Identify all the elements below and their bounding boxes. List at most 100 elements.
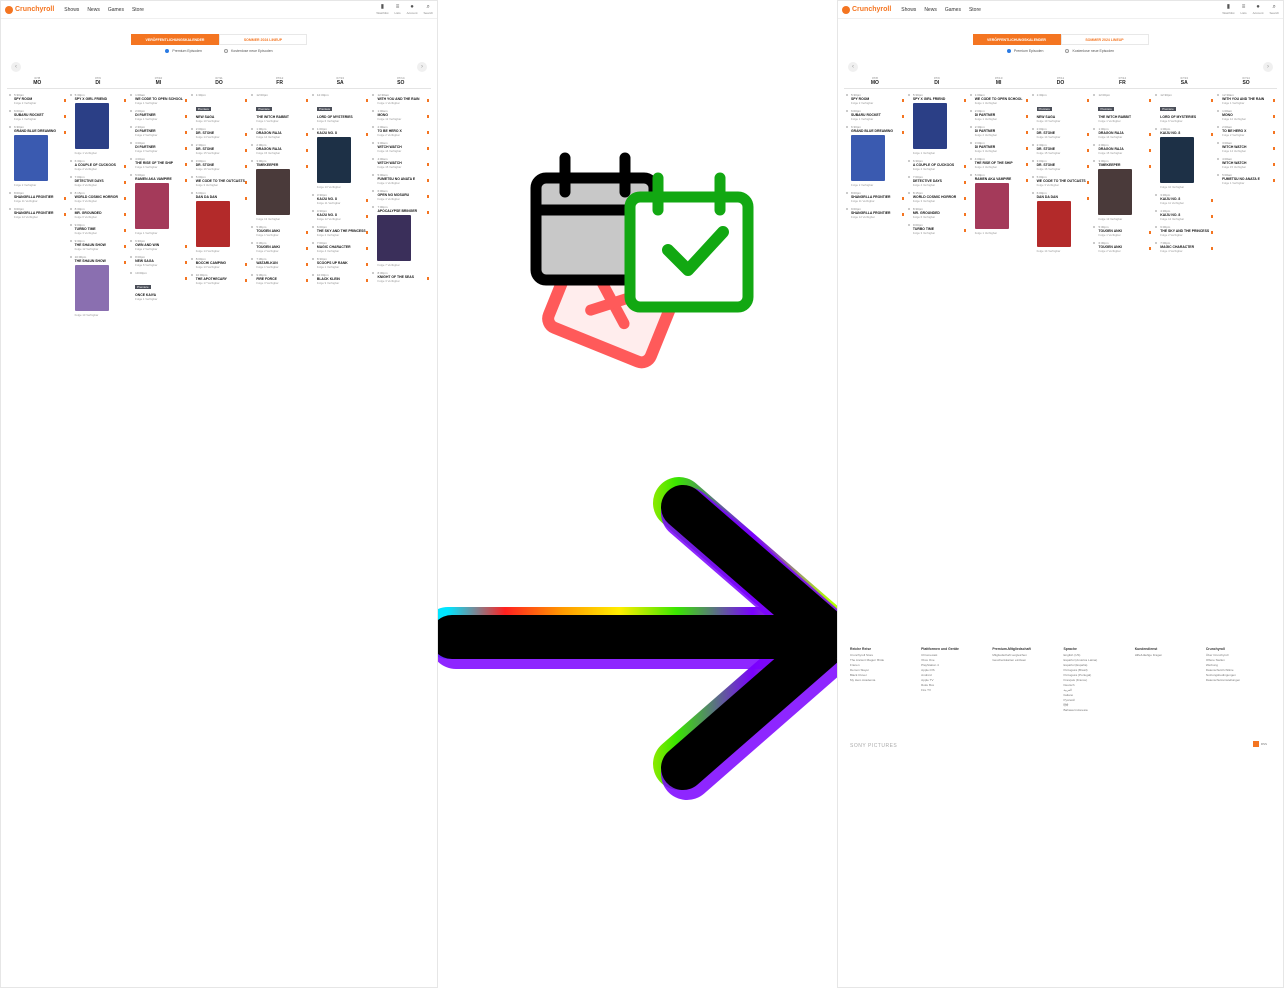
episode-slot[interactable]: 7:00pm DETECTIVE DAYS Folge 4 Verfügbar — [69, 175, 127, 187]
bookmark-icon[interactable] — [124, 229, 127, 232]
bookmark-icon[interactable] — [1211, 99, 1214, 102]
episode-thumbnail[interactable] — [256, 169, 291, 215]
free-radio[interactable]: Kostenlose neue Episoden — [1065, 49, 1114, 53]
bookmark-icon[interactable] — [1273, 179, 1276, 182]
episode-slot[interactable]: 3:00pm TIMEKEEPER Folge 13 Verfügbar — [1093, 159, 1152, 221]
bookmark-icon[interactable] — [184, 245, 187, 248]
bookmark-icon[interactable] — [963, 99, 966, 102]
episode-slot[interactable]: 8:30pm MR. GROUNDED Folge 6 Verfügbar — [907, 207, 966, 219]
bookmark-icon[interactable] — [963, 197, 966, 200]
bookmark-icon[interactable] — [366, 99, 369, 102]
premium-radio[interactable]: Premium Episoden — [165, 49, 202, 53]
episode-slot[interactable]: 10:00pm Premiere ONCE KAIYA Folge 1 Verfügb… — [130, 271, 187, 301]
bookmark-icon[interactable] — [427, 195, 430, 198]
bookmark-icon[interactable] — [184, 131, 187, 134]
bookmark-icon[interactable] — [124, 261, 127, 264]
episode-slot[interactable]: 12:30am WITH YOU AND THE RAIN Folge 1 Verf… — [1217, 93, 1276, 105]
account-button[interactable]: ● Account — [1253, 4, 1264, 15]
bookmark-icon[interactable] — [1087, 181, 1090, 184]
episode-slot[interactable]: 5:00am FUMETSU NO ANATA E Folge 1 Verfügba… — [1217, 173, 1276, 185]
episode-slot[interactable]: 8:15pm WORLD COSMIC HORROR Folge 3 Verfügb… — [907, 191, 966, 203]
episode-slot[interactable]: 12:30pm Premiere LORD OF MYSTERIES Folge 6 … — [1155, 93, 1214, 123]
bookmark-icon[interactable] — [1149, 99, 1152, 102]
episode-slot[interactable]: 9:30pm THE SHAUN SHOW Folge 12 Verfügbar — [69, 239, 127, 251]
bookmark-icon[interactable] — [63, 115, 66, 118]
bookmark-icon[interactable] — [427, 163, 430, 166]
bookmark-icon[interactable] — [63, 213, 66, 216]
episode-thumbnail[interactable] — [912, 103, 947, 149]
episode-thumbnail[interactable] — [195, 201, 230, 247]
bookmark-icon[interactable] — [184, 261, 187, 264]
episode-slot[interactable]: 3:00pm TIMEKEEPER Folge 13 Verfügbar — [251, 159, 308, 221]
crunchyroll-logo[interactable]: Crunchyroll — [5, 5, 54, 14]
bookmark-icon[interactable] — [963, 213, 966, 216]
episode-slot[interactable]: 1:30pm Premiere NEW SAGA Folge 10 Verfügbar — [190, 93, 248, 123]
bookmark-icon[interactable] — [901, 213, 904, 216]
bookmark-icon[interactable] — [1149, 247, 1152, 250]
bookmark-icon[interactable] — [901, 99, 904, 102]
episode-slot[interactable]: 2:30pm DR. STONE Folge 15 Verfügbar — [1031, 143, 1090, 155]
nav-store[interactable]: Store — [132, 7, 144, 13]
bookmark-icon[interactable] — [963, 181, 966, 184]
bookmark-icon[interactable] — [305, 247, 308, 250]
episode-slot[interactable]: 4:00am WITCH WATCH Folge 15 Verfügbar — [372, 157, 430, 169]
bookmark-icon[interactable] — [1025, 115, 1028, 118]
episode-slot[interactable]: 5:00am FUMETSU NO ANATA E Folge 1 Verfügba… — [372, 173, 430, 185]
bookmark-icon[interactable] — [245, 181, 248, 184]
bookmark-icon[interactable] — [1273, 115, 1276, 118]
episode-slot[interactable]: 1:00pm DRAGON RAJA Folge 14 Verfügbar — [1093, 127, 1152, 139]
episode-slot[interactable]: 12:00pm Premiere THE WITCH RABBIT Folge 1 V… — [1093, 93, 1152, 123]
bookmark-icon[interactable] — [427, 179, 430, 182]
bookmark-icon[interactable] — [305, 263, 308, 266]
episode-slot[interactable]: 5:00pm RAMEN AKA VAMPIRE Folge 1 Verfügbar — [130, 173, 187, 235]
bookmark-icon[interactable] — [63, 99, 66, 102]
episode-slot[interactable]: 6:00pm SUBARU ROCKET Folge 1 Verfügbar — [9, 109, 66, 121]
bookmark-icon[interactable] — [1273, 147, 1276, 150]
bookmark-icon[interactable] — [184, 163, 187, 166]
episode-thumbnail[interactable] — [74, 265, 109, 311]
episode-slot[interactable]: 1:00am WE CODE TO OPEN SCHOOL Folge 1 Verf… — [130, 93, 187, 105]
episode-slot[interactable]: 7:00pm MAGIC CHARACTER Folge 4 Verfügbar — [311, 241, 369, 253]
bookmark-icon[interactable] — [245, 165, 248, 168]
crunchyroll-logo[interactable]: Crunchyroll — [842, 5, 891, 14]
bookmark-icon[interactable] — [1211, 133, 1214, 136]
episode-slot[interactable]: 5:00pm RAMEN AKA VAMPIRE Folge 1 Verfügbar — [969, 173, 1028, 235]
episode-slot[interactable]: 8:00pm SHANGRI-LA FRONTIER Folge 11 Verfüg… — [9, 191, 66, 203]
bookmark-icon[interactable] — [305, 133, 308, 136]
bookmark-icon[interactable] — [1211, 231, 1214, 234]
episode-slot[interactable]: 6:30pm TOUGEN ANKI Folge 2 Verfügbar — [1093, 241, 1152, 253]
episode-slot[interactable]: 4:00am WITCH WATCH Folge 15 Verfügbar — [1217, 157, 1276, 169]
bookmark-icon[interactable] — [366, 199, 369, 202]
bookmark-icon[interactable] — [184, 179, 187, 182]
footer-link[interactable]: Bahasa Indonesia — [1064, 708, 1129, 713]
episode-slot[interactable]: 3:00pm DI PARTNER Folge 3 Verfügbar — [969, 141, 1028, 153]
bookmark-icon[interactable] — [1149, 231, 1152, 234]
bookmark-icon[interactable] — [963, 165, 966, 168]
search-button[interactable]: ⌕ Search — [423, 4, 433, 15]
bookmark-icon[interactable] — [1273, 99, 1276, 102]
bookmark-icon[interactable] — [1273, 163, 1276, 166]
episode-slot[interactable]: 9:00pm TURBO TIME Folge 3 Verfügbar — [69, 223, 127, 235]
bookmark-icon[interactable] — [305, 149, 308, 152]
episode-slot[interactable]: 6:30pm GRAND BLUE DREAMING Folge 2 Verfügb… — [9, 125, 66, 187]
episode-slot[interactable]: 6:00pm THE SKY AND THE PRINCESS Folge 2 Ve… — [311, 225, 369, 237]
bookmark-icon[interactable] — [1149, 133, 1152, 136]
episode-slot[interactable]: 4:00pm THE RISE OF THE SHIP Folge 4 Verfüg… — [130, 157, 187, 169]
bookmark-icon[interactable] — [1025, 147, 1028, 150]
episode-slot[interactable]: 5:30pm SPY ROOM Folge 2 Verfügbar — [9, 93, 66, 105]
bookmark-icon[interactable] — [1149, 149, 1152, 152]
bookmark-icon[interactable] — [427, 211, 430, 214]
episode-slot[interactable]: 8:30pm MR. GROUNDED Folge 6 Verfügbar — [69, 207, 127, 219]
bookmark-icon[interactable] — [305, 279, 308, 282]
bookmark-icon[interactable] — [63, 131, 66, 134]
footer-link[interactable]: My Hero Academia — [850, 678, 915, 683]
bookmark-icon[interactable] — [245, 279, 248, 282]
episode-slot[interactable]: 4:30pm KAIJU NO. 8 Folge 12 Verfügbar — [1155, 209, 1214, 221]
bookmark-icon[interactable] — [245, 197, 248, 200]
previous-week-button[interactable]: ‹ — [848, 62, 858, 72]
episode-slot[interactable]: 4:30pm KAIJU NO. 8 Folge 12 Verfügbar — [311, 209, 369, 221]
bookmark-icon[interactable] — [1087, 197, 1090, 200]
bookmark-icon[interactable] — [427, 115, 430, 118]
bookmark-icon[interactable] — [1087, 133, 1090, 136]
episode-slot[interactable]: 6:00pm SUBARU ROCKET Folge 1 Verfügbar — [846, 109, 904, 121]
